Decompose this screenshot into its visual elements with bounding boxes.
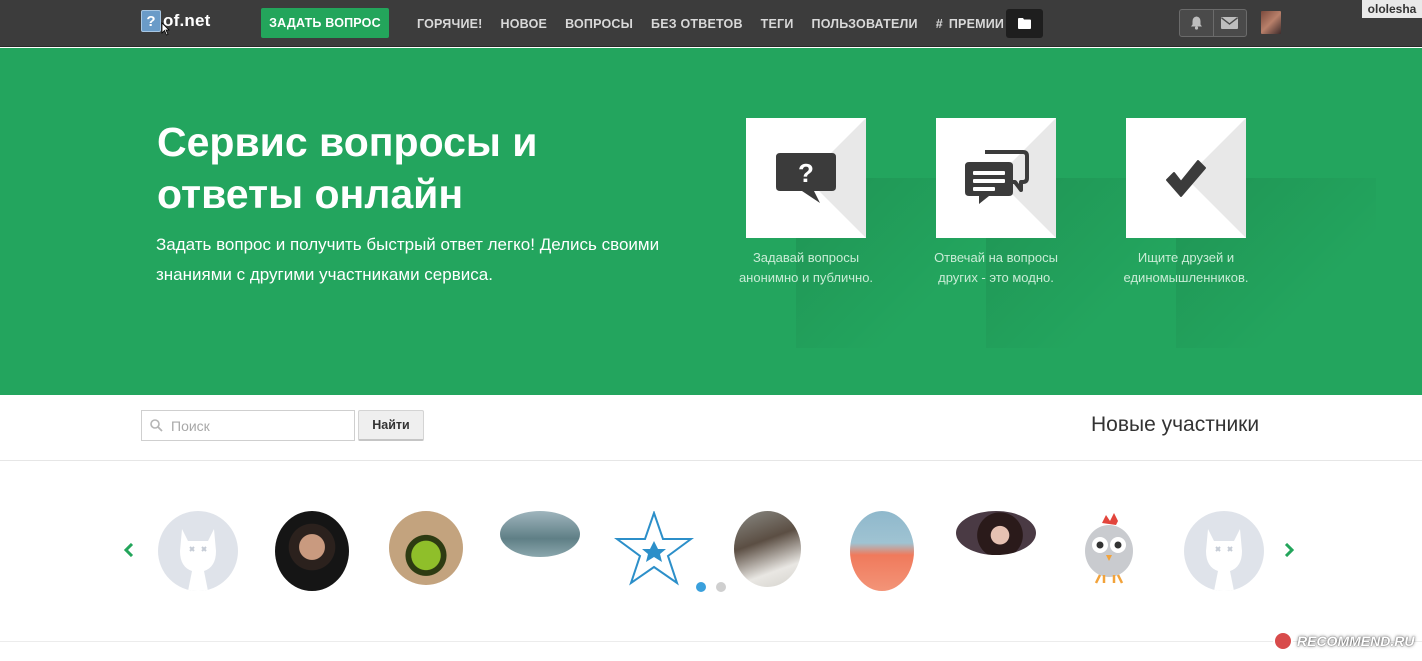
nav-hot[interactable]: ГОРЯЧИЕ!: [417, 17, 483, 31]
member-avatar[interactable]: [275, 511, 349, 591]
feature-friends: Ищите друзей и единомышленников.: [1116, 118, 1376, 348]
member-avatar[interactable]: [158, 511, 238, 591]
watermark-logo-icon: [1273, 631, 1293, 651]
ask-question-button[interactable]: ЗАДАТЬ ВОПРОС: [261, 8, 389, 38]
carousel-pagination: [696, 582, 736, 592]
bell-icon: [1190, 16, 1202, 30]
top-navbar: ? of.net ЗАДАТЬ ВОПРОС ГОРЯЧИЕ! НОВОЕ ВО…: [0, 0, 1422, 47]
site-logo[interactable]: ? of.net: [141, 9, 210, 33]
feature-card: [936, 118, 1056, 238]
search-box[interactable]: [141, 410, 355, 441]
feature-answer: Отвечай на вопросы других - это модно.: [926, 118, 1186, 348]
search-icon: [150, 419, 163, 432]
logo-question-mark: ?: [141, 10, 161, 32]
user-avatar[interactable]: [1261, 11, 1281, 34]
nav-users[interactable]: ПОЛЬЗОВАТЕЛИ: [812, 17, 918, 31]
nav-questions[interactable]: ВОПРОСЫ: [565, 17, 633, 31]
watermark: RECOMMEND.RU: [1273, 628, 1414, 654]
main-nav: ГОРЯЧИЕ! НОВОЕ ВОПРОСЫ БЕЗ ОТВЕТОВ ТЕГИ …: [417, 0, 1022, 47]
member-avatar[interactable]: [956, 511, 1036, 555]
nav-tags[interactable]: ТЕГИ: [761, 17, 794, 31]
nav-new[interactable]: НОВОЕ: [501, 17, 548, 31]
member-avatar[interactable]: [389, 511, 463, 585]
default-avatar-icon: [180, 529, 216, 591]
carousel-dot-active[interactable]: [696, 582, 706, 592]
default-avatar-icon: [1206, 529, 1242, 591]
search-row: Найти Новые участники: [0, 395, 1422, 461]
feature-answer-text: Отвечай на вопросы других - это модно.: [934, 250, 1058, 285]
nav-unanswered[interactable]: БЕЗ ОТВЕТОВ: [651, 17, 743, 31]
watermark-text: RECOMMEND.RU: [1297, 633, 1415, 649]
folder-icon: [1018, 18, 1031, 29]
new-members-title: Новые участники: [1091, 413, 1260, 436]
member-avatar[interactable]: [1184, 511, 1264, 591]
feature-card: ?: [746, 118, 866, 238]
new-members-carousel: [0, 462, 1422, 642]
logo-text: of.net: [163, 11, 211, 30]
mouse-cursor-icon: [161, 22, 170, 36]
member-avatar[interactable]: [1076, 511, 1142, 587]
search-input[interactable]: [171, 417, 341, 434]
hero-subtitle: Задать вопрос и получить быстрый ответ л…: [156, 235, 660, 284]
hero-title: Сервис вопросы и ответы онлайн: [157, 119, 538, 217]
member-avatar[interactable]: [613, 509, 695, 587]
carousel-next-button[interactable]: [1282, 542, 1296, 558]
owl-icon: [1085, 513, 1133, 584]
checkmark-icon: [1166, 160, 1206, 197]
svg-text:?: ?: [798, 158, 814, 188]
folder-button[interactable]: [1006, 9, 1043, 38]
member-avatar[interactable]: [850, 511, 914, 591]
notification-group: [1179, 9, 1247, 37]
username-label: ololesha: [1362, 0, 1422, 18]
envelope-icon: [1221, 17, 1239, 29]
chevron-right-icon: [1284, 543, 1294, 557]
notifications-button[interactable]: [1180, 10, 1213, 36]
search-button[interactable]: Найти: [358, 410, 424, 441]
carousel-dot[interactable]: [716, 582, 726, 592]
member-avatar[interactable]: [734, 511, 801, 587]
chevron-left-icon: [124, 543, 134, 557]
page: ? of.net ЗАДАТЬ ВОПРОС ГОРЯЧИЕ! НОВОЕ ВО…: [0, 0, 1422, 661]
messages-button[interactable]: [1212, 10, 1246, 36]
star-icon: [613, 509, 695, 586]
feature-friends-text: Ищите друзей и единомышленников.: [1123, 250, 1249, 285]
member-avatar[interactable]: [500, 511, 580, 557]
question-bubble-icon: ?: [776, 153, 836, 203]
feature-ask: ? Задавай вопросы анонимно и публично.: [736, 118, 996, 348]
chat-bubbles-icon: [965, 150, 1029, 204]
nav-awards[interactable]: ПРЕМИИ: [936, 17, 1004, 31]
feature-card: [1126, 118, 1246, 238]
hero-banner: Сервис вопросы и ответы онлайн Задать во…: [0, 48, 1422, 395]
carousel-prev-button[interactable]: [122, 542, 136, 558]
feature-ask-text: Задавай вопросы анонимно и публично.: [738, 250, 874, 285]
